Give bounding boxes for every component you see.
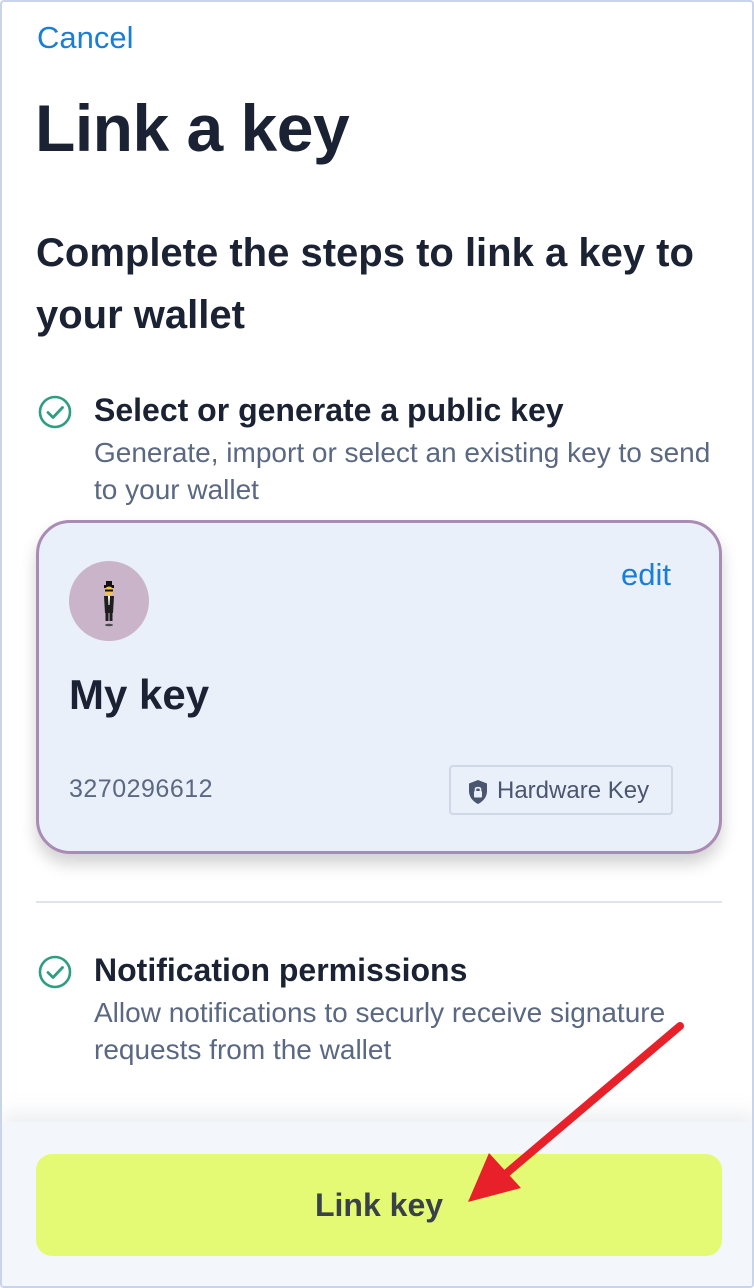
- link-key-button[interactable]: Link key: [36, 1154, 722, 1256]
- cancel-button[interactable]: Cancel: [37, 20, 134, 56]
- key-name: My key: [69, 671, 210, 718]
- key-card[interactable]: edit My key 3270296612 Hardware Key: [36, 520, 722, 854]
- screen: Cancel Link a key Complete the steps to …: [0, 0, 754, 1288]
- page-title: Link a key: [35, 91, 350, 165]
- bottom-action-bar: Link key: [2, 1122, 752, 1286]
- step-description: Allow notifications to securly receive s…: [94, 997, 666, 1065]
- key-type-label: Hardware Key: [497, 777, 650, 804]
- step-description: Generate, import or select an existing k…: [94, 437, 711, 505]
- check-circle-icon: [38, 395, 72, 429]
- edit-key-button[interactable]: edit: [621, 557, 671, 593]
- divider: [36, 901, 722, 903]
- key-avatar: [69, 561, 149, 641]
- shield-lock-icon: [469, 780, 487, 804]
- step-title: Notification permissions: [94, 952, 468, 988]
- check-circle-icon: [38, 955, 72, 989]
- person-in-suit-levitating-icon: [104, 581, 114, 627]
- step-title: Select or generate a public key: [94, 392, 564, 428]
- key-id: 3270296612: [69, 775, 214, 803]
- page-subtitle: Complete the steps to link a key to your…: [36, 231, 694, 337]
- key-type-badge: Hardware Key: [449, 765, 673, 815]
